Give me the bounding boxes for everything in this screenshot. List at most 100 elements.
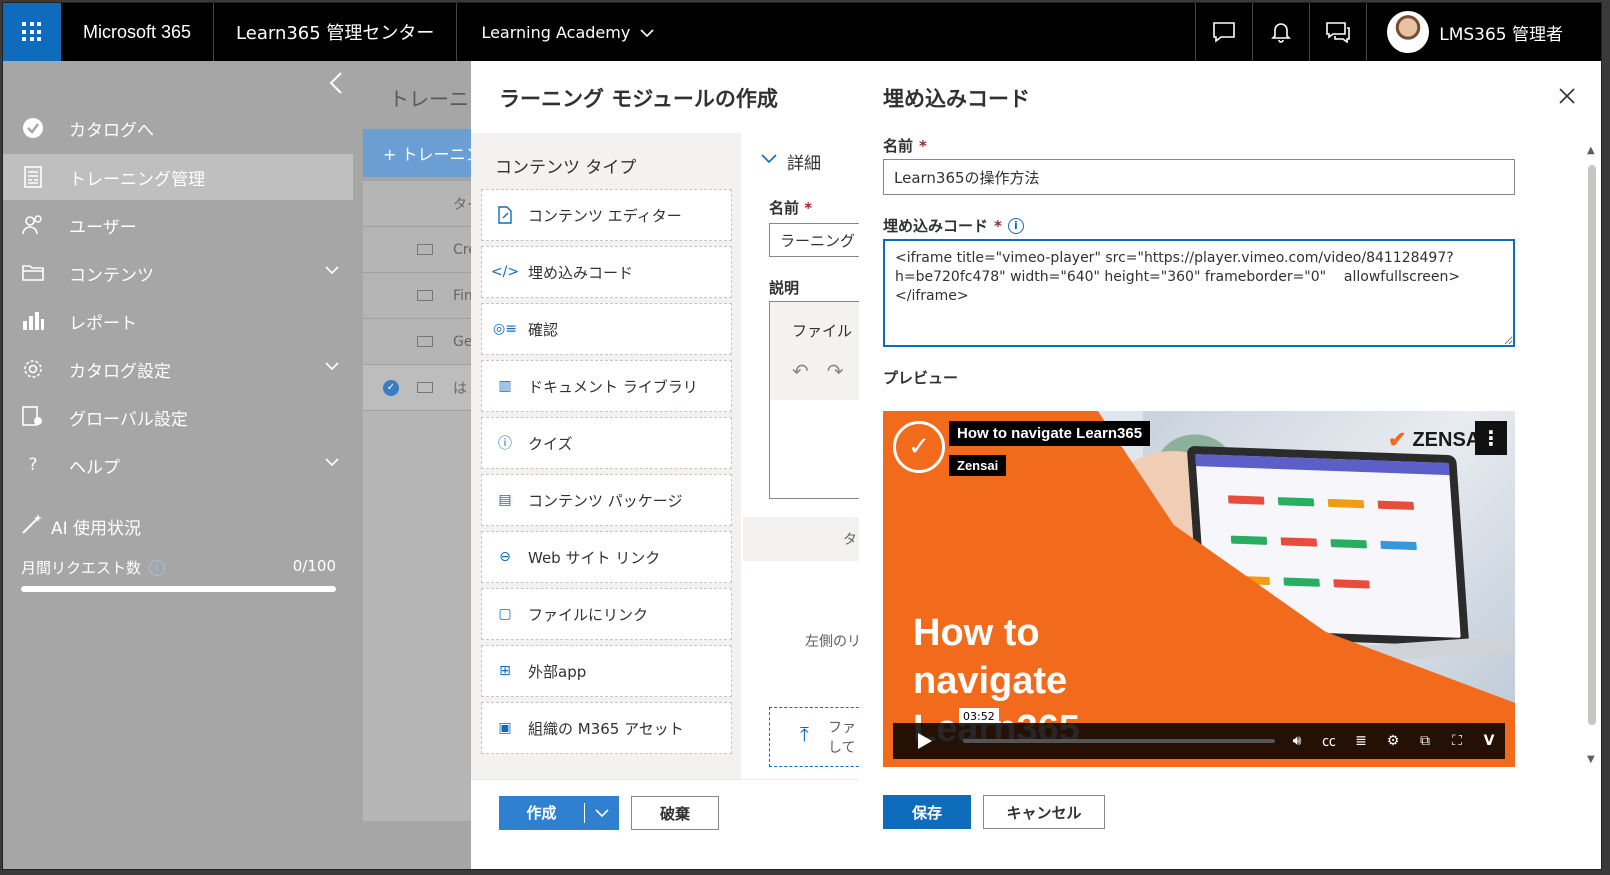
magic-wand-icon (21, 513, 43, 540)
upload-icon: ⤒ (800, 722, 809, 746)
video-author[interactable]: Zensai (949, 455, 1007, 476)
nav-item-reports[interactable]: レポート (3, 298, 353, 344)
content-type-confirmation[interactable]: ◎≡ 確認 (481, 303, 732, 355)
zensai-mark-icon: ✔ (1388, 427, 1407, 452)
content-type-website-link[interactable]: ⊖ Web サイト リンク (481, 531, 732, 583)
video-preview[interactable]: ✓ How to navigate Learn365 Zensai ✔ ZENS… (883, 411, 1515, 767)
nav-label: ユーザー (69, 217, 137, 238)
tenant-label: Learning Academy (481, 22, 631, 42)
top-bar: Microsoft 365 Learn365 管理センター Learning A… (3, 3, 1601, 61)
channel-logo[interactable]: ✓ (893, 421, 945, 473)
nav-item-training-management[interactable]: トレーニング管理 (3, 154, 353, 200)
preview-label: プレビュー (883, 369, 959, 387)
nav-item-catalog-settings[interactable]: カタログ設定 (3, 346, 353, 392)
info-icon[interactable]: i (149, 559, 166, 576)
asset-icon: ▣ (498, 720, 512, 736)
fullscreen-icon[interactable]: ⛶ (1447, 733, 1467, 749)
user-menu[interactable]: LMS365 管理者 (1366, 3, 1601, 61)
settings-icon[interactable]: ⚙ (1383, 733, 1403, 749)
module-name-field[interactable]: ラーニング モジュール (769, 223, 869, 257)
app-icon: ⊞ (499, 663, 511, 679)
more-options-button[interactable]: ⋮ (1475, 421, 1507, 455)
transcript-icon[interactable]: ≣ (1351, 733, 1371, 749)
file-menu[interactable]: ファイル (792, 322, 852, 340)
notifications-button[interactable] (1252, 3, 1309, 61)
nav-label: グローバル設定 (69, 409, 188, 430)
file-upload-zone[interactable]: ⤒ ファ して (769, 707, 869, 767)
app-title[interactable]: Learn365 管理センター (214, 3, 458, 61)
discard-button[interactable]: 破棄 (631, 796, 719, 830)
panel-title: ラーニング モジュールの作成 (499, 87, 778, 111)
video-title[interactable]: How to navigate Learn365 (949, 421, 1151, 446)
create-button[interactable]: 作成 (499, 803, 585, 823)
content-type-list: コンテンツ タイプ コンテンツ エディター </> 埋め込みコード ◎≡ 確認 … (471, 133, 741, 779)
nav-item-global-settings[interactable]: グローバル設定 (3, 394, 353, 440)
content-type-document-library[interactable]: ▥ ドキュメント ライブラリ (481, 360, 732, 412)
content-type-content-package[interactable]: ▤ コンテンツ パッケージ (481, 474, 732, 526)
avatar (1387, 11, 1430, 53)
users-icon (21, 214, 45, 236)
tenant-selector[interactable]: Learning Academy (457, 3, 678, 61)
edit-document-icon (496, 206, 514, 224)
name-label: 名前 * (769, 199, 813, 217)
app-launcher-button[interactable] (3, 3, 61, 61)
embed-code-label: 埋め込みコード * i (883, 215, 1024, 236)
undo-icon[interactable]: ↶ (792, 359, 809, 383)
top-right-actions: LMS365 管理者 (1195, 3, 1601, 61)
content-type-external-app[interactable]: ⊞ 外部app (481, 645, 732, 697)
table-header: タイ (363, 181, 483, 227)
nav-item-catalog[interactable]: カタログへ (3, 105, 353, 151)
bell-icon (1271, 23, 1292, 43)
chevron-down-icon[interactable] (585, 804, 619, 822)
cancel-button[interactable]: キャンセル (983, 795, 1105, 829)
captions-icon[interactable]: ㏄ (1319, 731, 1339, 751)
global-settings-icon (21, 406, 45, 428)
progress-track[interactable] (963, 739, 1275, 743)
table-row[interactable]: Ge (363, 319, 483, 365)
content-type-file-link[interactable]: ▢ ファイルにリンク (481, 588, 732, 640)
embed-name-field[interactable] (883, 159, 1515, 195)
chat-icon (1213, 22, 1236, 43)
nav-item-content[interactable]: コンテンツ (3, 250, 353, 296)
close-button[interactable] (1559, 85, 1575, 110)
content-type-embed-code[interactable]: </> 埋め込みコード (481, 246, 732, 298)
brand-link[interactable]: Microsoft 365 (61, 3, 215, 61)
chevron-down-icon (325, 455, 339, 471)
table-row[interactable]: Cre (363, 227, 483, 273)
redo-icon[interactable]: ↷ (827, 359, 844, 383)
app-window: Microsoft 365 Learn365 管理センター Learning A… (2, 2, 1602, 870)
monitor-icon (417, 290, 433, 301)
embed-code-panel: 埋め込みコード 名前* 埋め込みコード* i <iframe title="vi… (859, 61, 1601, 869)
feedback-button[interactable] (1195, 3, 1252, 61)
create-panel-footer: 作成 破棄 (471, 779, 859, 869)
collapse-nav-button[interactable] (329, 71, 343, 101)
table-row[interactable]: ✓ は (363, 365, 483, 411)
new-training-button[interactable]: + トレーニング (363, 129, 498, 177)
name-label: 名前 * (883, 136, 927, 156)
nav-label: レポート (69, 313, 137, 334)
play-button[interactable] (899, 725, 951, 757)
description-editor[interactable]: ファイル ↶ ↷ (769, 301, 869, 499)
panel-scrollbar[interactable]: ▲ ▼ (1587, 145, 1597, 765)
content-type-content-editor[interactable]: コンテンツ エディター (481, 189, 732, 241)
checklist-icon: ◎≡ (493, 321, 517, 337)
background-page: トレーニング管理 + トレーニング タイ Cre Fin Ge ✓ は (353, 61, 549, 869)
nav-item-help[interactable]: ? ヘルプ (3, 442, 353, 488)
chart-icon (21, 311, 45, 331)
table-row[interactable]: Fin (363, 273, 483, 319)
embed-code-textarea[interactable]: <iframe title="vimeo-player" src="https:… (883, 239, 1515, 347)
content-type-quiz[interactable]: ⓘ クイズ (481, 417, 732, 469)
volume-icon[interactable]: 🔊︎ (1287, 733, 1307, 749)
training-icon (21, 166, 45, 188)
picture-in-picture-icon[interactable]: ⧉ (1415, 733, 1435, 749)
details-toggle[interactable]: 詳細 (761, 149, 821, 174)
vimeo-logo-icon[interactable]: V (1479, 733, 1499, 749)
nav-label: コンテンツ (69, 265, 154, 286)
nav-label: カタログ設定 (69, 361, 171, 382)
whats-new-button[interactable] (1309, 3, 1366, 61)
nav-item-users[interactable]: ユーザー (3, 202, 353, 248)
info-icon[interactable]: i (1007, 217, 1024, 234)
save-button[interactable]: 保存 (883, 795, 971, 829)
create-split-button[interactable]: 作成 (499, 796, 619, 830)
content-type-m365-asset[interactable]: ▣ 組織の M365 アセット (481, 702, 732, 754)
